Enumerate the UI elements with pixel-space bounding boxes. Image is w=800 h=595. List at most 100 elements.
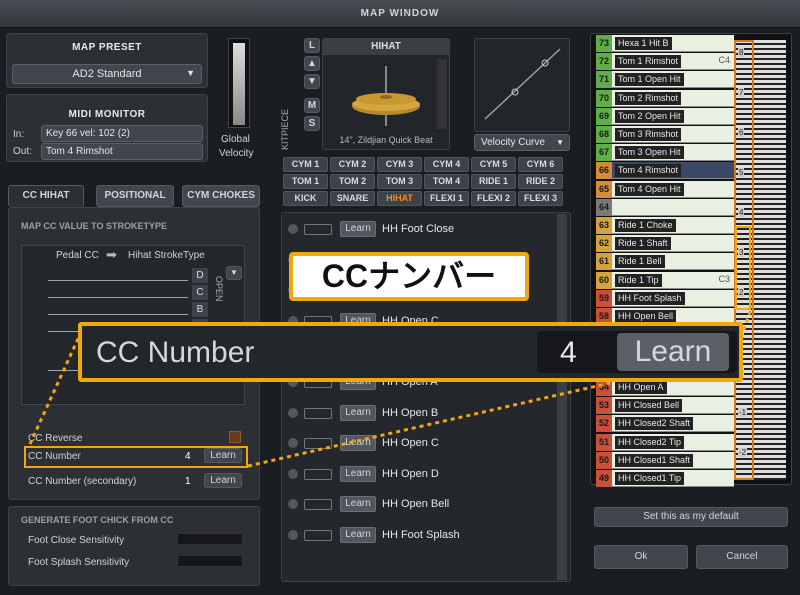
kit-button-cym-2[interactable]: CYM 2: [330, 157, 375, 172]
keymap-key[interactable]: 68 Tom 3 Rimshot: [596, 126, 734, 143]
keymap-key[interactable]: 64: [596, 198, 734, 216]
kit-button-snare[interactable]: SNARE: [330, 191, 375, 206]
kit-button-hihat[interactable]: HIHAT: [377, 191, 422, 206]
kit-button-tom-2[interactable]: TOM 2: [330, 174, 375, 189]
articulation-learn-button[interactable]: Learn: [340, 404, 376, 421]
kit-button-cym-4[interactable]: CYM 4: [424, 157, 469, 172]
keymap-key[interactable]: 59 HH Foot Splash: [596, 289, 734, 307]
articulation-learn-button[interactable]: Learn: [340, 465, 376, 482]
articulation-switch[interactable]: [304, 468, 332, 480]
key-note-number: 50: [596, 451, 612, 469]
foot-splash-sens-slider[interactable]: [177, 555, 243, 567]
keymap-key[interactable]: 65 Tom 4 Open Hit: [596, 180, 734, 198]
articulation-name: HH Foot Close: [382, 223, 455, 235]
kit-button-flexi-1[interactable]: FLEXI 1: [424, 191, 469, 206]
keymap-key[interactable]: 49 HH Closed1 Tip: [596, 470, 734, 487]
map-preset-select[interactable]: AD2 Standard ▼: [12, 64, 202, 84]
keymap-key[interactable]: 50 HH Closed1 Shaft: [596, 451, 734, 469]
articulation-switch[interactable]: [304, 499, 332, 511]
kitpiece-m-button[interactable]: M: [304, 98, 320, 113]
articulation-learn-button[interactable]: Learn: [340, 221, 376, 237]
kitpiece-l-button[interactable]: L: [304, 38, 320, 53]
articulation-toggle[interactable]: [288, 224, 298, 234]
articulation-switch[interactable]: [304, 438, 332, 450]
kit-button-cym-5[interactable]: CYM 5: [471, 157, 516, 172]
kitpiece-down-button[interactable]: ▼: [304, 74, 320, 89]
keymap-key[interactable]: 60 Ride 1 Tip C3: [596, 271, 734, 289]
articulation-switch[interactable]: [304, 530, 332, 541]
key-note-number: 53: [596, 397, 612, 415]
tab-positional[interactable]: POSITIONAL: [96, 185, 174, 207]
arrow-up-icon: ▲: [307, 58, 317, 69]
articulation-toggle[interactable]: [288, 438, 298, 449]
zoom-learn-button[interactable]: Learn: [617, 333, 729, 371]
key-note-number: 73: [596, 35, 612, 52]
cc-number-secondary-learn-button[interactable]: Learn: [204, 473, 242, 488]
kitpiece-up-button[interactable]: ▲: [304, 56, 320, 71]
arrow-right-icon: ➡: [106, 247, 117, 262]
articulation-toggle[interactable]: [288, 499, 298, 510]
keymap-key[interactable]: 70 Tom 2 Rimshot: [596, 89, 734, 107]
chevron-down-icon: ▼: [186, 68, 195, 78]
kit-button-tom-1[interactable]: TOM 1: [283, 174, 328, 189]
kit-button-flexi-3[interactable]: FLEXI 3: [518, 191, 563, 206]
cc-number-secondary-value[interactable]: 1: [185, 476, 191, 487]
keymap-key[interactable]: 66 Tom 4 Rimshot: [596, 162, 734, 180]
keymap-key[interactable]: 63 Ride 1 Choke: [596, 217, 734, 234]
keymap-key[interactable]: 62 Ride 1 Shaft: [596, 235, 734, 253]
key-articulation-label: Tom 1 Rimshot: [615, 55, 682, 69]
octave-mark: 5: [738, 168, 745, 177]
articulation-learn-button[interactable]: Learn: [340, 496, 376, 513]
articulation-toggle[interactable]: [288, 530, 298, 540]
velocity-curve-select[interactable]: Velocity Curve ▼: [474, 134, 570, 151]
midi-out-value: Tom 4 Rimshot: [46, 146, 113, 157]
cc-reverse-checkbox[interactable]: [229, 431, 241, 443]
set-default-button[interactable]: Set this as my default: [594, 507, 788, 527]
keymap-key[interactable]: 67 Tom 3 Open Hit: [596, 144, 734, 162]
slider-line-3[interactable]: [48, 314, 188, 315]
kit-button-flexi-2[interactable]: FLEXI 2: [471, 191, 516, 206]
articulation-toggle[interactable]: [288, 407, 298, 418]
kit-button-kick[interactable]: KICK: [283, 191, 328, 206]
slider-line-2[interactable]: [48, 297, 188, 298]
keymap-key[interactable]: 73 Hexa 1 Hit B: [596, 35, 734, 52]
articulation-learn-button[interactable]: Learn: [340, 527, 376, 543]
key-articulation-label: Tom 2 Open Hit: [615, 109, 684, 123]
kit-button-tom-3[interactable]: TOM 3: [377, 174, 422, 189]
key-articulation-label: Tom 1 Open Hit: [615, 73, 684, 87]
articulation-switch[interactable]: [304, 224, 332, 235]
articulation-scrollbar[interactable]: [557, 214, 567, 580]
keymap-key[interactable]: 72 Tom 1 Rimshot C4: [596, 53, 734, 71]
articulation-toggle[interactable]: [288, 468, 298, 479]
slider-line-1[interactable]: [48, 280, 188, 281]
kit-button-cym-6[interactable]: CYM 6: [518, 157, 563, 172]
keymap-key[interactable]: 69 Tom 2 Open Hit: [596, 107, 734, 125]
tab-cym-chokes[interactable]: CYM CHOKES: [182, 185, 260, 207]
kit-button-cym-3[interactable]: CYM 3: [377, 157, 422, 172]
articulation-learn-button[interactable]: Learn: [340, 435, 376, 452]
key-articulation-label: Hexa 1 Hit B: [615, 37, 672, 50]
cancel-button[interactable]: Cancel: [696, 545, 788, 569]
velocity-curve-graph[interactable]: [475, 39, 567, 129]
keymap-key[interactable]: 71 Tom 1 Open Hit: [596, 71, 734, 89]
foot-splash-sens-label: Foot Splash Sensitivity: [28, 557, 130, 568]
articulation-switch[interactable]: [304, 407, 332, 419]
kit-button-ride-1[interactable]: RIDE 1: [471, 174, 516, 189]
foot-close-sens-slider[interactable]: [177, 533, 243, 545]
kit-button-ride-2[interactable]: RIDE 2: [518, 174, 563, 189]
kitpiece-scrollbar[interactable]: [437, 59, 447, 129]
ok-button[interactable]: Ok: [594, 545, 688, 569]
articulation-name: HH Foot Splash: [382, 529, 460, 541]
tab-cc-hihat[interactable]: CC HIHAT: [8, 185, 84, 207]
key-note-number: 59: [596, 289, 612, 307]
keymap-key[interactable]: 61 Ride 1 Bell: [596, 253, 734, 271]
kit-button-cym-1[interactable]: CYM 1: [283, 157, 328, 172]
keymap-key[interactable]: 51 HH Closed2 Tip: [596, 433, 734, 451]
kit-button-tom-4[interactable]: TOM 4: [424, 174, 469, 189]
keymap-key[interactable]: 52 HH Closed2 Shaft: [596, 415, 734, 433]
keymap-key[interactable]: 53 HH Closed Bell: [596, 397, 734, 415]
hihat-image-icon: [352, 66, 420, 126]
kitpiece-s-button[interactable]: S: [304, 116, 320, 131]
stroke-map-menu-button[interactable]: ▼: [226, 266, 242, 280]
global-velocity-slider[interactable]: [228, 38, 250, 128]
